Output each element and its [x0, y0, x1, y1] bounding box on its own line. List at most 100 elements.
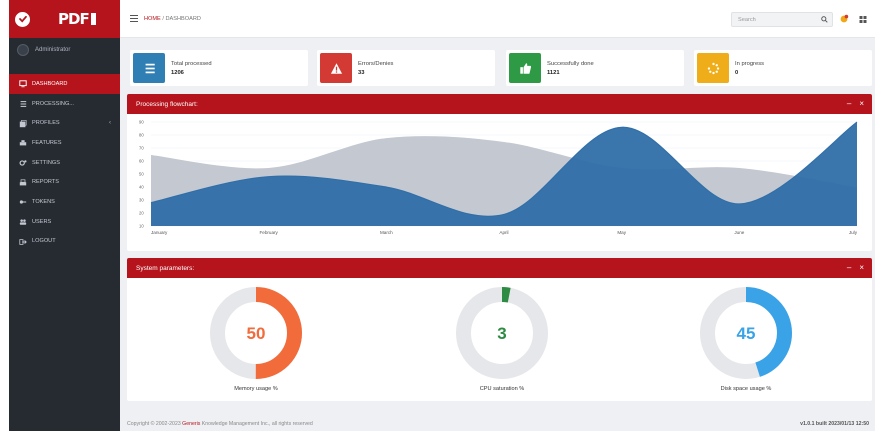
- x-tick-label: May: [617, 230, 626, 235]
- menu-toggle-icon[interactable]: [130, 15, 138, 22]
- version-info: v1.0.1 built 2023/01/13 12:50: [800, 421, 869, 427]
- gauge-label: Memory usage %: [234, 386, 278, 392]
- spinner-icon: [707, 62, 719, 74]
- gauge-label: CPU saturation %: [479, 386, 525, 392]
- logout-icon: [19, 239, 27, 245]
- user-profile[interactable]: Administrator: [9, 38, 120, 62]
- x-tick-label: April: [499, 230, 508, 235]
- system-panel: System parameters: – × 50 Memory usage %…: [127, 258, 872, 401]
- sidebar-item-label: Reports: [32, 179, 59, 186]
- stat-value: 0: [735, 69, 739, 76]
- stat-label: Total processed: [171, 60, 212, 67]
- system-title: System parameters:: [136, 264, 195, 272]
- app-logo[interactable]: PDF: [58, 10, 90, 28]
- flowchart-title: Processing flowchart:: [136, 100, 198, 108]
- stat-value: 1121: [547, 69, 560, 76]
- sidebar-item-dashboard[interactable]: Dashboard: [9, 74, 120, 94]
- gauge-value: 50: [246, 324, 266, 343]
- processing-chart: 10 20 30 40 50 60 70 80 90 January February March Ap…: [139, 120, 858, 236]
- thumbs-up-icon: [519, 62, 531, 74]
- avatar: [17, 44, 29, 56]
- sidebar-item-label: Features: [32, 139, 62, 146]
- gauge-label: Disk space usage %: [720, 386, 772, 392]
- profiles-icon: [19, 119, 27, 127]
- gauge: 50 Memory usage %: [207, 286, 305, 392]
- breadcrumb-current: DASHBOARD: [165, 16, 201, 22]
- settings-icon: [19, 160, 27, 166]
- sidebar-item-settings[interactable]: Settings: [9, 153, 120, 173]
- stat-card[interactable]: Errors/Denies 33: [317, 50, 495, 86]
- users-icon: [19, 219, 27, 225]
- y-tick-label: 80: [139, 133, 144, 138]
- sidebar-item-logout[interactable]: Logout: [9, 232, 120, 252]
- stat-icon-box: [697, 53, 729, 83]
- flowchart-panel-header: Processing flowchart: – ×: [127, 94, 872, 114]
- flowchart-panel: Processing flowchart: – × 10 20 30 40 50 60 70…: [127, 94, 872, 251]
- search-input[interactable]: Search: [731, 12, 833, 27]
- y-tick-label: 90: [139, 120, 144, 125]
- breadcrumb-home[interactable]: HOME: [144, 16, 161, 22]
- list-icon: [20, 101, 27, 107]
- sidebar-item-label: Processing...: [32, 100, 74, 107]
- stat-label: Successfully done: [547, 60, 594, 67]
- sidebar-menu: Dashboard Processing... Profiles ‹ Features S…: [9, 74, 120, 251]
- sidebar-item-label: Tokens: [32, 198, 55, 205]
- stat-card[interactable]: Total processed 1206: [130, 50, 308, 86]
- x-tick-label: February: [259, 230, 278, 235]
- copyright-prefix: Copyright © 2002-2023: [127, 421, 181, 427]
- dashboard-icon: [19, 80, 27, 88]
- main-content: Total processed 1206 Errors/Denies 33 Su…: [120, 38, 875, 431]
- user-name: Administrator: [35, 47, 71, 53]
- sidebar-item-reports[interactable]: Reports: [9, 172, 120, 192]
- sidebar-item-tokens[interactable]: Tokens: [9, 192, 120, 212]
- y-tick-label: 60: [139, 159, 144, 164]
- stat-icon-box: [320, 53, 352, 83]
- gauge: 3 CPU saturation %: [453, 286, 551, 392]
- x-tick-label: July: [849, 230, 858, 235]
- sidebar-item-users[interactable]: Users: [9, 212, 120, 232]
- stat-label: Errors/Denies: [358, 60, 394, 67]
- key-icon: [19, 200, 27, 205]
- window-left-strip: [0, 0, 9, 431]
- system-panel-header: System parameters: – ×: [127, 258, 872, 278]
- topbar: HOME / DASHBOARD Search: [120, 0, 875, 38]
- warning-icon: [330, 62, 342, 74]
- chevron-left-icon: ‹: [109, 120, 111, 127]
- sidebar-item-label: Logout: [32, 238, 56, 245]
- logo-badge: [90, 13, 96, 25]
- stat-icon-box: [509, 53, 541, 83]
- x-tick-label: January: [151, 230, 168, 235]
- footer-copyright: Copyright © 2002-2023 Generis Knowledge …: [127, 421, 313, 427]
- sidebar-item-processing[interactable]: Processing...: [9, 94, 120, 114]
- stat-label: In progress: [735, 60, 764, 67]
- list-icon: [145, 63, 155, 73]
- sidebar-item-label: Settings: [32, 159, 60, 166]
- stat-icon-box: [133, 53, 165, 83]
- notifications-icon[interactable]: [839, 14, 849, 24]
- gauge-value: 45: [736, 324, 756, 343]
- x-tick-label: June: [734, 230, 744, 235]
- sidebar-item-profiles[interactable]: Profiles ‹: [9, 113, 120, 133]
- y-tick-label: 50: [139, 172, 144, 177]
- breadcrumb: HOME / DASHBOARD: [144, 16, 201, 22]
- checkmark-logo-icon: [15, 11, 30, 27]
- stat-value: 33: [358, 69, 365, 76]
- y-tick-label: 30: [139, 198, 144, 203]
- minimize-button[interactable]: –: [847, 263, 851, 272]
- breadcrumb-separator: /: [162, 16, 164, 22]
- close-button[interactable]: ×: [859, 99, 864, 108]
- apps-grid-icon[interactable]: [858, 14, 868, 24]
- close-button[interactable]: ×: [859, 263, 864, 272]
- company-link[interactable]: Generis: [182, 421, 200, 427]
- search-icon[interactable]: [821, 16, 828, 23]
- y-tick-label: 10: [139, 224, 144, 229]
- minimize-button[interactable]: –: [847, 99, 851, 108]
- y-tick-label: 40: [139, 185, 144, 190]
- stat-card[interactable]: In progress 0: [694, 50, 872, 86]
- sidebar-item-label: Users: [32, 218, 52, 225]
- stat-card[interactable]: Successfully done 1121: [506, 50, 684, 86]
- sidebar: PDF Administrator Dashboard Processing...…: [9, 0, 120, 431]
- print-icon: [19, 179, 27, 186]
- features-icon: [19, 140, 27, 146]
- sidebar-item-features[interactable]: Features: [9, 133, 120, 153]
